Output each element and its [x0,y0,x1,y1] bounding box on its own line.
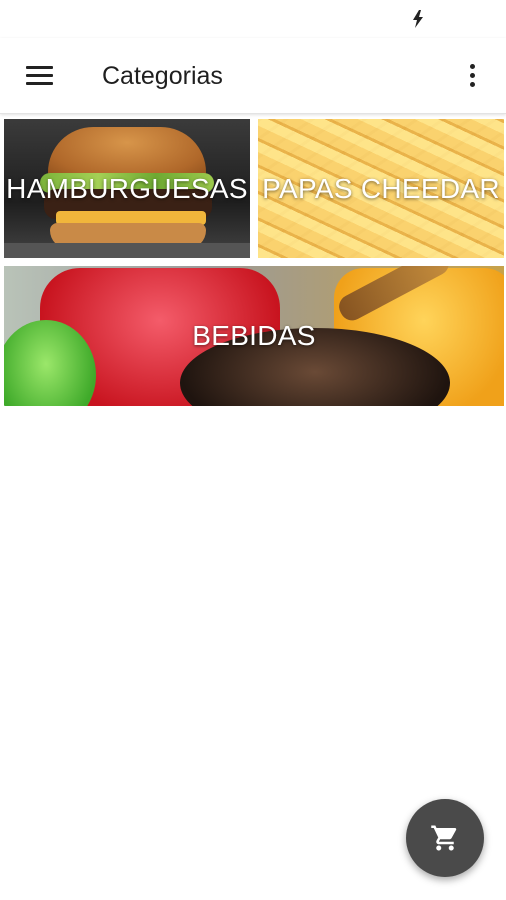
shopping-cart-icon [431,825,457,851]
more-vert-icon[interactable] [458,58,488,94]
more-dot [470,82,475,87]
menu-bar-line [26,66,53,69]
cart-fab-button[interactable] [406,799,484,877]
category-tile-hamburguesas[interactable]: HAMBURGUESAS [4,119,250,258]
category-tile-papas-cheedar[interactable]: PAPAS CHEEDAR [258,119,504,258]
burger-board [4,243,250,258]
more-dot [470,73,475,78]
menu-bar-line [26,82,53,85]
page-title: Categorias [102,62,223,90]
status-bar [0,0,506,38]
burger-bun-top [48,127,206,179]
category-label: PAPAS CHEEDAR [262,172,500,204]
category-tile-bebidas[interactable]: BEBIDAS [4,266,504,406]
app-screen: Categorias HAMBURGUESAS PAPAS CHEEDAR BE… [0,0,506,900]
menu-bar-line [26,74,53,77]
hamburger-menu-icon[interactable] [16,60,64,92]
charging-bolt-icon [413,10,423,28]
category-label: HAMBURGUESAS [6,172,248,204]
app-bar: Categorias [0,38,506,114]
more-dot [470,64,475,69]
category-label: BEBIDAS [192,320,316,351]
